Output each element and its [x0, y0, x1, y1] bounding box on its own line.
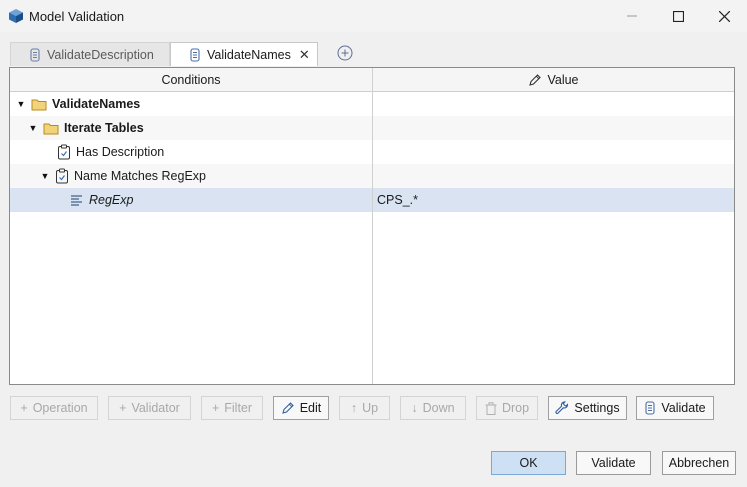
row-label: Name Matches RegExp [74, 169, 207, 183]
expand-arrow-icon[interactable]: ▼ [28, 123, 38, 133]
folder-icon [43, 123, 59, 135]
arrow-up-icon: ↑ [350, 401, 358, 415]
add-operation-button[interactable]: + Operation [10, 396, 98, 420]
title-bar: Model Validation [0, 0, 747, 32]
column-divider[interactable] [372, 68, 373, 384]
add-validator-button[interactable]: + Validator [108, 396, 191, 420]
tab-validate-names[interactable]: ValidateNames ✕ [170, 42, 318, 66]
pencil-icon [529, 73, 542, 86]
app-cube-icon [9, 9, 23, 23]
move-up-button[interactable]: ↑ Up [339, 396, 390, 420]
row-label: RegExp [89, 193, 134, 207]
validate-button[interactable]: Validate [576, 451, 651, 475]
script-icon [190, 47, 200, 62]
value-column-header[interactable]: Value [373, 68, 734, 91]
row-label: Has Description [76, 145, 165, 159]
add-filter-button[interactable]: + Filter [201, 396, 263, 420]
row-value[interactable]: CPS_.* [377, 188, 418, 212]
move-down-button[interactable]: ↓ Down [400, 396, 466, 420]
drop-button[interactable]: Drop [476, 396, 538, 420]
add-tab-icon[interactable] [337, 45, 353, 61]
lines-icon [71, 195, 82, 206]
close-window-button[interactable] [701, 0, 747, 32]
window-title: Model Validation [29, 9, 125, 24]
tab-label: ValidateDescription [47, 47, 154, 62]
tab-validate-description[interactable]: ValidateDescription [10, 42, 170, 66]
conditions-column-header[interactable]: Conditions [10, 68, 372, 91]
expand-arrow-icon[interactable]: ▼ [40, 171, 50, 181]
ok-button[interactable]: OK [491, 451, 566, 475]
plus-icon: + [211, 401, 220, 415]
minimize-icon [627, 15, 637, 17]
maximize-icon [672, 10, 684, 22]
pencil-icon [281, 402, 294, 414]
validate-script-button[interactable]: Validate [636, 396, 714, 420]
clipboard-check-icon [58, 144, 70, 160]
clipboard-check-icon [56, 168, 68, 184]
tab-label: ValidateNames [207, 47, 291, 62]
script-icon [30, 47, 40, 62]
wrench-icon [555, 401, 569, 414]
folder-icon [31, 99, 47, 111]
conditions-grid: Conditions Value ▼ ValidateNames ▼ Itera… [9, 67, 735, 385]
trash-icon [485, 401, 497, 415]
minimize-button[interactable] [609, 0, 655, 32]
tab-close-icon[interactable]: ✕ [299, 47, 310, 63]
row-label: Iterate Tables [64, 121, 144, 135]
close-icon [718, 10, 730, 22]
tab-strip: ValidateDescription ValidateNames ✕ [10, 42, 736, 66]
script-icon [645, 401, 655, 415]
expand-arrow-icon[interactable]: ▼ [16, 99, 26, 109]
maximize-button[interactable] [655, 0, 701, 32]
plus-icon: + [119, 401, 127, 415]
cancel-button[interactable]: Abbrechen [662, 451, 736, 475]
row-label: ValidateNames [52, 97, 141, 111]
arrow-down-icon: ↓ [411, 401, 418, 415]
plus-icon: + [20, 401, 28, 415]
edit-button[interactable]: Edit [273, 396, 329, 420]
settings-button[interactable]: Settings [548, 396, 627, 420]
